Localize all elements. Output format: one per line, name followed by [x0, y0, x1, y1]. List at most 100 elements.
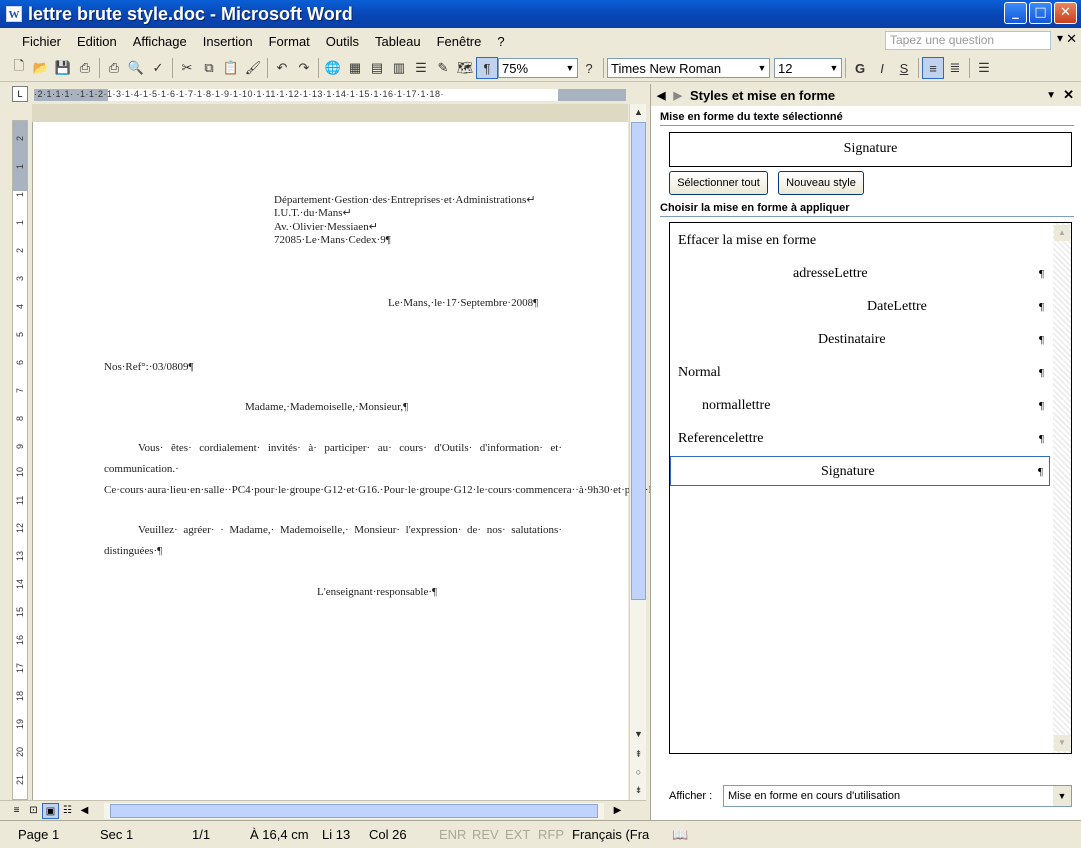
status-ext[interactable]: EXT [505, 827, 530, 842]
cut-icon[interactable]: ✂ [176, 57, 198, 79]
paste-icon[interactable]: 📋 [220, 57, 242, 79]
back-arrow-icon[interactable]: ◀ [657, 89, 665, 102]
reference-line[interactable]: Nos·Ref°:·03/0809¶ [104, 361, 193, 373]
address-line-4[interactable]: 72085·Le·Mans·Cedex·9¶ [274, 234, 391, 246]
new-style-button[interactable]: Nouveau style [778, 171, 864, 195]
menu-edition[interactable]: Edition [69, 34, 125, 49]
show-select[interactable]: Mise en forme en cours d'utilisation ▼ [723, 785, 1072, 807]
style-item-normallettre[interactable]: normallettre ¶ [670, 391, 1050, 421]
tables-borders-icon[interactable]: ▦ [344, 57, 366, 79]
vertical-ruler[interactable]: 2 1 1 1 2 3 4 5 6 7 8 9 10 11 12 13 14 15 16 17 18 19 20 21 [12, 120, 28, 800]
status-enr[interactable]: ENR [439, 827, 466, 842]
scroll-down-icon[interactable]: ▼ [631, 726, 646, 742]
style-item-signature[interactable]: Signature ¶ [670, 456, 1050, 486]
format-painter-icon[interactable]: 🖌 [242, 57, 264, 79]
permission-icon[interactable]: ⎙ [74, 57, 96, 79]
save-icon[interactable]: 💾 [52, 57, 74, 79]
align-left-icon[interactable]: ≡ [922, 57, 944, 79]
zoom-select[interactable]: 75% ▼ [498, 58, 578, 78]
minimize-button[interactable]: _ [1004, 2, 1027, 24]
chevron-down-icon[interactable]: ▼ [755, 59, 769, 77]
body-paragraph-1[interactable]: Vous· êtes· cordialement· invités· à· pa… [104, 438, 750, 501]
hyperlink-icon[interactable]: 🌐 [322, 57, 344, 79]
outline-view-icon[interactable]: ☷ [59, 803, 76, 819]
status-rev[interactable]: REV [472, 827, 499, 842]
style-item-referencelettre[interactable]: Referencelettre ¶ [670, 424, 1050, 454]
address-line-2[interactable]: I.U.T.·du·Mans↵ [274, 206, 352, 219]
style-item-normal[interactable]: Normal ¶ [670, 358, 1050, 388]
insert-excel-icon[interactable]: ▥ [388, 57, 410, 79]
menu-format[interactable]: Format [261, 34, 318, 49]
status-rfp[interactable]: RFP [538, 827, 564, 842]
scroll-thumb[interactable] [631, 122, 646, 600]
style-item-adresselettre[interactable]: adresseLettre ¶ [670, 259, 1050, 289]
show-hide-marks-icon[interactable]: ¶ [476, 57, 498, 79]
spelling-icon[interactable]: ✓ [147, 57, 169, 79]
underline-button[interactable]: S [893, 57, 915, 79]
bold-button[interactable]: G [849, 57, 871, 79]
chevron-down-icon[interactable]: ▼ [1053, 786, 1071, 806]
help-icon[interactable]: ? [578, 57, 600, 79]
print-preview-icon[interactable]: 🔍 [125, 57, 147, 79]
task-pane-dropdown-icon[interactable]: ▼ [1046, 90, 1056, 101]
document-map-icon[interactable]: 🗺 [454, 57, 476, 79]
select-all-button[interactable]: Sélectionner tout [669, 171, 768, 195]
ask-question-input[interactable]: Tapez une question [885, 31, 1051, 50]
font-size-select[interactable]: 12 ▼ [774, 58, 842, 78]
menu-insertion[interactable]: Insertion [195, 34, 261, 49]
chevron-down-icon[interactable]: ▼ [563, 59, 577, 77]
horizontal-scroll-thumb[interactable] [110, 804, 598, 818]
style-item-datelettre[interactable]: DateLettre ¶ [670, 292, 1050, 322]
date-line[interactable]: Le·Mans,·le·17·Septembre·2008¶ [388, 297, 538, 309]
close-button[interactable]: ✕ [1054, 2, 1077, 24]
redo-icon[interactable]: ↷ [293, 57, 315, 79]
web-view-icon[interactable]: ⊡ [25, 803, 42, 819]
style-item-destinataire[interactable]: Destinataire ¶ [670, 325, 1050, 355]
spelling-status-icon[interactable]: 📖 [672, 827, 688, 843]
browse-object-icon[interactable]: ○ [631, 764, 646, 780]
maximize-button[interactable]: □ [1029, 2, 1052, 24]
horizontal-ruler[interactable]: ·2·1·1·1· ·1·1·2·1·3·1·4·1·5·1·6·1·7·1·8… [34, 89, 626, 101]
menu-fichier[interactable]: Fichier [14, 34, 69, 49]
signature-line[interactable]: L'enseignant·responsable·¶ [317, 586, 437, 598]
ask-dropdown-icon[interactable]: ▾ [1057, 31, 1063, 45]
menu-fenetre[interactable]: Fenêtre [429, 34, 490, 49]
scroll-up-icon[interactable]: ▲ [631, 104, 646, 120]
open-folder-icon[interactable]: 📂 [30, 57, 52, 79]
new-document-icon[interactable]: 🗋 [8, 57, 30, 79]
scroll-down-icon[interactable]: ▼ [1054, 735, 1070, 751]
columns-icon[interactable]: ☰ [410, 57, 432, 79]
chevron-down-icon[interactable]: ▼ [827, 59, 841, 77]
menu-outils[interactable]: Outils [318, 34, 367, 49]
task-pane-close-icon[interactable]: ✕ [1063, 87, 1074, 103]
address-line-3[interactable]: Av.·Olivier·Messiaen↵ [274, 220, 378, 233]
style-item-clear[interactable]: Effacer la mise en forme [670, 226, 1050, 256]
previous-page-icon[interactable]: ⇞ [631, 746, 646, 762]
menu-help[interactable]: ? [489, 34, 512, 49]
italic-button[interactable]: I [871, 57, 893, 79]
body-paragraph-2[interactable]: Veuillez· agréer· · Madame,· Mademoisell… [104, 520, 562, 562]
insert-table-icon[interactable]: ▤ [366, 57, 388, 79]
undo-icon[interactable]: ↶ [271, 57, 293, 79]
salutation-line[interactable]: Madame,·Mademoiselle,·Monsieur,¶ [245, 401, 408, 413]
bullets-icon[interactable]: ☰ [973, 57, 995, 79]
drawing-icon[interactable]: ✎ [432, 57, 454, 79]
selected-style-box[interactable]: Signature [669, 132, 1072, 167]
scroll-right-icon[interactable]: ▶ [609, 803, 626, 819]
menu-affichage[interactable]: Affichage [125, 34, 195, 49]
next-page-icon[interactable]: ⇟ [631, 782, 646, 798]
address-line-1[interactable]: Département·Gestion·des·Entreprises·et·A… [274, 193, 536, 206]
forward-arrow-icon[interactable]: ▶ [673, 89, 681, 102]
tab-selector[interactable]: L [12, 86, 28, 102]
close-document-icon[interactable]: ✕ [1066, 31, 1077, 47]
vertical-scrollbar[interactable]: ▲ ▼ ⇞ ○ ⇟ [629, 104, 646, 800]
justify-icon[interactable]: ≣ [944, 57, 966, 79]
print-layout-icon[interactable]: ▣ [42, 802, 59, 819]
scroll-left-icon[interactable]: ◀ [76, 803, 93, 819]
scroll-up-icon[interactable]: ▲ [1054, 225, 1070, 241]
normal-view-icon[interactable]: ≡ [8, 803, 25, 819]
copy-icon[interactable]: ⧉ [198, 57, 220, 79]
style-list-scrollbar[interactable]: ▲ ▼ [1053, 223, 1071, 753]
menu-tableau[interactable]: Tableau [367, 34, 429, 49]
print-icon[interactable]: ⎙ [103, 57, 125, 79]
